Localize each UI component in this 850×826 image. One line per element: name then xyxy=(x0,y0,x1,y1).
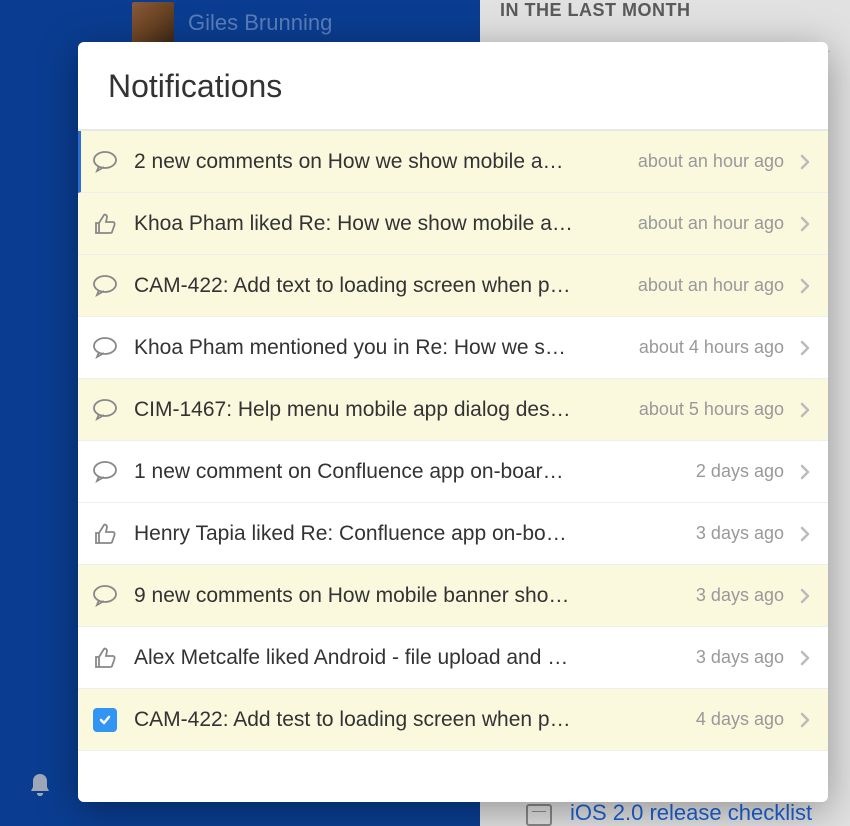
chevron-right-icon[interactable] xyxy=(800,402,810,418)
user-name[interactable]: Giles Brunning xyxy=(188,10,332,36)
notification-row[interactable]: 2 new comments on How we show mobile a… a… xyxy=(78,131,828,193)
notification-text: Henry Tapia liked Re: Confluence app on-… xyxy=(134,522,684,546)
comment-icon xyxy=(92,583,118,609)
chevron-right-icon[interactable] xyxy=(800,278,810,294)
list-icon xyxy=(526,804,552,826)
notification-time: 2 days ago xyxy=(696,461,784,482)
notification-time: 3 days ago xyxy=(696,523,784,544)
comment-icon xyxy=(92,397,118,423)
notification-time: about an hour ago xyxy=(638,151,784,172)
notification-time: 4 days ago xyxy=(696,709,784,730)
like-icon xyxy=(92,645,118,671)
notification-row[interactable]: Khoa Pham mentioned you in Re: How we s…… xyxy=(78,317,828,379)
user-avatar[interactable] xyxy=(132,2,174,44)
notification-text: 2 new comments on How we show mobile a… xyxy=(134,150,626,174)
notification-text: CAM-422: Add test to loading screen when… xyxy=(134,708,684,732)
notification-time: 3 days ago xyxy=(696,585,784,606)
chevron-right-icon[interactable] xyxy=(800,712,810,728)
notification-row[interactable]: CIM-1467: Help menu mobile app dialog de… xyxy=(78,379,828,441)
notification-time: about 5 hours ago xyxy=(639,399,784,420)
notification-row[interactable]: CAM-422: Add test to loading screen when… xyxy=(78,689,828,751)
notification-time: 3 days ago xyxy=(696,647,784,668)
like-icon xyxy=(92,211,118,237)
chevron-right-icon[interactable] xyxy=(800,154,810,170)
section-title: IN THE LAST MONTH xyxy=(500,0,830,21)
chevron-right-icon[interactable] xyxy=(800,650,810,666)
notification-row[interactable]: CAM-422: Add text to loading screen when… xyxy=(78,255,828,317)
chevron-right-icon[interactable] xyxy=(800,464,810,480)
modal-title: Notifications xyxy=(108,68,798,105)
notification-row[interactable]: 9 new comments on How mobile banner sho…… xyxy=(78,565,828,627)
comment-icon xyxy=(92,335,118,361)
user-avatar-block[interactable]: Giles Brunning xyxy=(132,2,332,44)
notification-text: CIM-1467: Help menu mobile app dialog de… xyxy=(134,398,627,422)
comment-icon xyxy=(92,459,118,485)
comment-icon xyxy=(92,149,118,175)
modal-header: Notifications xyxy=(78,42,828,131)
notification-text: Alex Metcalfe liked Android - file uploa… xyxy=(134,646,684,670)
like-icon xyxy=(92,521,118,547)
notification-text: Khoa Pham mentioned you in Re: How we s… xyxy=(134,336,627,360)
task-icon xyxy=(92,707,118,733)
notification-row[interactable]: Khoa Pham liked Re: How we show mobile a… xyxy=(78,193,828,255)
notifications-list[interactable]: 2 new comments on How we show mobile a… a… xyxy=(78,131,828,802)
notification-text: CAM-422: Add text to loading screen when… xyxy=(134,274,626,298)
chevron-right-icon[interactable] xyxy=(800,526,810,542)
bell-icon[interactable] xyxy=(28,772,52,798)
notification-text: 1 new comment on Confluence app on-boar… xyxy=(134,460,684,484)
notification-time: about an hour ago xyxy=(638,275,784,296)
bottom-page-link[interactable]: iOS 2.0 release checklist xyxy=(570,800,812,826)
notification-time: about an hour ago xyxy=(638,213,784,234)
notification-row[interactable]: Henry Tapia liked Re: Confluence app on-… xyxy=(78,503,828,565)
notification-time: about 4 hours ago xyxy=(639,337,784,358)
chevron-right-icon[interactable] xyxy=(800,216,810,232)
notification-row[interactable]: Alex Metcalfe liked Android - file uploa… xyxy=(78,627,828,689)
notification-row[interactable]: 1 new comment on Confluence app on-boar…… xyxy=(78,441,828,503)
chevron-right-icon[interactable] xyxy=(800,340,810,356)
comment-icon xyxy=(92,273,118,299)
notifications-modal: Notifications 2 new comments on How we s… xyxy=(78,42,828,802)
notification-text: 9 new comments on How mobile banner sho… xyxy=(134,584,684,608)
chevron-right-icon[interactable] xyxy=(800,588,810,604)
notification-text: Khoa Pham liked Re: How we show mobile a… xyxy=(134,212,626,236)
